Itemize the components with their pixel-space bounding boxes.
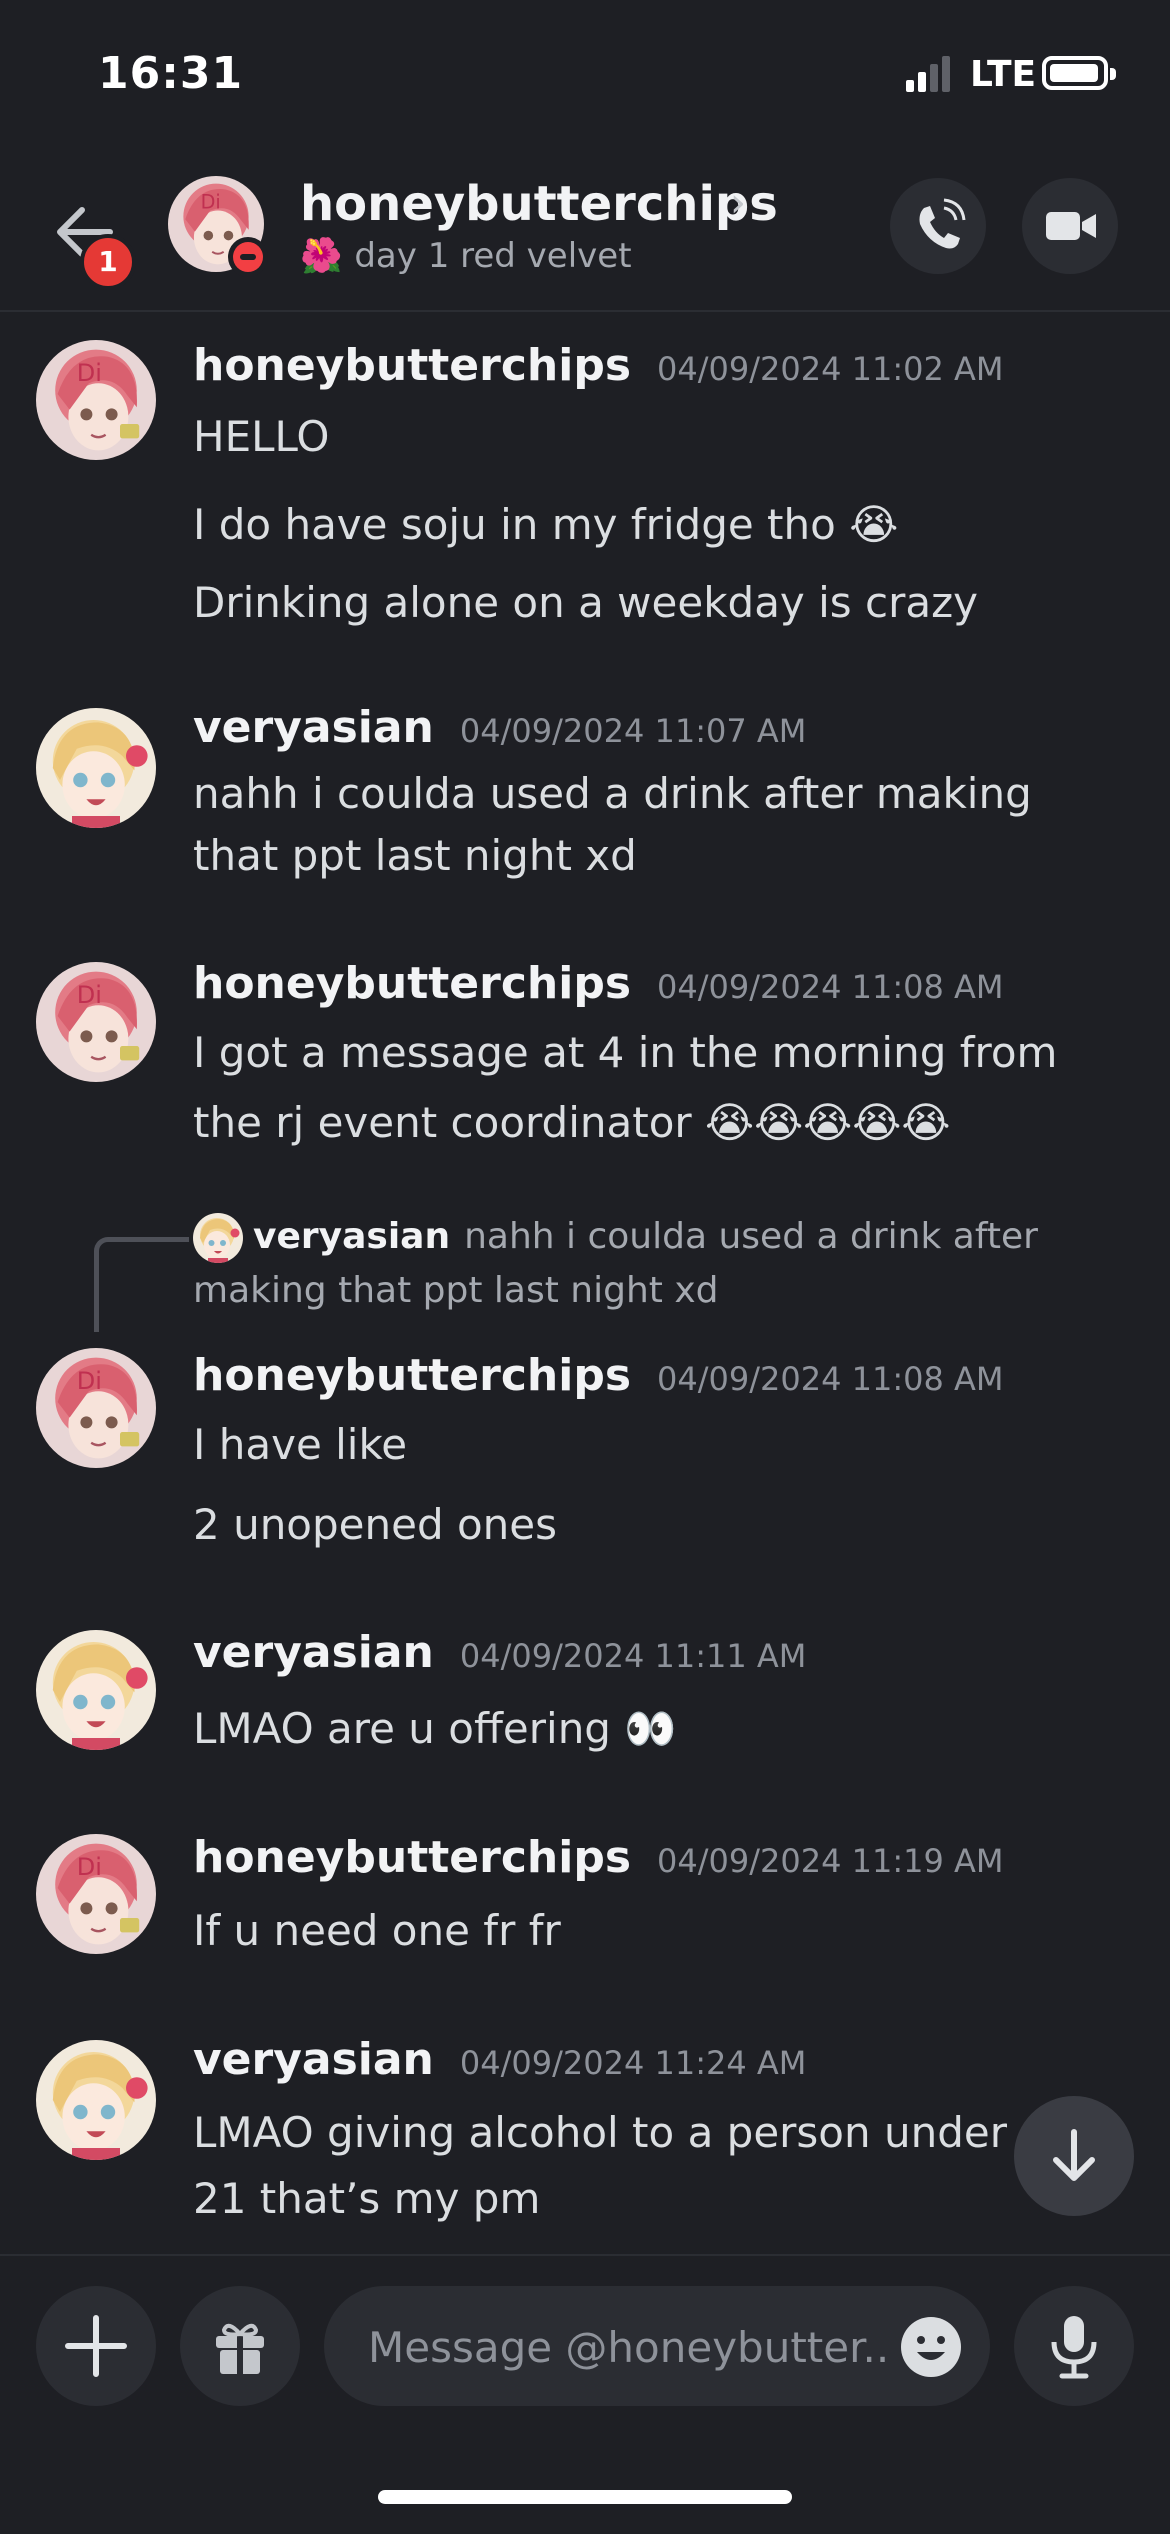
reply-connector (94, 1237, 189, 1332)
author-name: honeybutterchips (193, 1832, 632, 1883)
author-name: honeybutterchips (193, 958, 632, 1009)
message-text[interactable]: If u need one fr fr (193, 1900, 1123, 1962)
message-timestamp: 04/09/2024 11:07 AM (459, 712, 807, 750)
voice-message-button[interactable] (1014, 2286, 1134, 2406)
dm-recipient-name[interactable]: honeybutterchips (300, 176, 778, 232)
cellular-signal-icon (906, 56, 954, 92)
message-author[interactable]: honeybutterchips 04/09/2024 11:08 AM (193, 1350, 1004, 1401)
reply-preview[interactable]: veryasian nahh i coulda used a drink afte… (193, 1210, 1093, 1318)
battery-icon (1042, 56, 1116, 90)
voice-call-button[interactable] (890, 178, 986, 274)
message-text[interactable]: I do have soju in my fridge tho 😭 (193, 494, 1123, 556)
message-timestamp: 04/09/2024 11:24 AM (459, 2044, 807, 2082)
avatar[interactable] (36, 1834, 156, 1954)
message-text[interactable]: nahh i coulda used a drink after making … (193, 763, 1123, 887)
gift-icon (216, 2323, 264, 2376)
video-camera-icon (1046, 212, 1096, 240)
avatar[interactable] (36, 962, 156, 1082)
reply-author: veryasian (253, 1216, 451, 1257)
unread-badge: 1 (80, 234, 136, 290)
message-text[interactable]: I have like (193, 1414, 1123, 1476)
message-timestamp: 04/09/2024 11:08 AM (657, 1360, 1004, 1398)
chevron-right-icon[interactable]: › (730, 180, 746, 226)
hibiscus-icon: 🌺 (300, 236, 343, 276)
message-timestamp: 04/09/2024 11:19 AM (657, 1842, 1004, 1880)
message-author[interactable]: veryasian 04/09/2024 11:11 AM (193, 1627, 806, 1678)
author-name: veryasian (193, 2034, 434, 2085)
message-text[interactable]: I got a message at 4 in the morning from… (193, 1018, 1123, 1158)
message-author[interactable]: honeybutterchips 04/09/2024 11:02 AM (193, 340, 1004, 391)
custom-status: 🌺 day 1 red velvet (300, 236, 632, 276)
avatar[interactable] (36, 708, 156, 828)
message-author[interactable]: honeybutterchips 04/09/2024 11:19 AM (193, 1832, 1004, 1883)
plus-icon (65, 2315, 127, 2377)
message-timestamp: 04/09/2024 11:11 AM (459, 1637, 807, 1675)
home-indicator (378, 2490, 792, 2504)
message-input[interactable] (366, 2286, 890, 2408)
message-author[interactable]: veryasian 04/09/2024 11:07 AM (193, 702, 806, 753)
message-author[interactable]: veryasian 04/09/2024 11:24 AM (193, 2034, 806, 2085)
author-name: honeybutterchips (193, 340, 632, 391)
attach-button[interactable] (36, 2286, 156, 2406)
message-timestamp: 04/09/2024 11:02 AM (657, 350, 1004, 388)
chat-header: honeybutterchips › 🌺 day 1 red velvet (0, 150, 1170, 312)
gift-button[interactable] (180, 2286, 300, 2406)
status-bar: 16:31 LTE (0, 0, 1170, 150)
author-name: veryasian (193, 702, 434, 753)
message-timestamp: 04/09/2024 11:08 AM (657, 968, 1004, 1006)
avatar[interactable] (36, 340, 156, 460)
message-text[interactable]: 2 unopened ones (193, 1494, 1123, 1556)
smiley-icon[interactable] (898, 2314, 964, 2380)
status-time: 16:31 (98, 48, 244, 99)
author-name: veryasian (193, 1627, 434, 1678)
reply-avatar (193, 1213, 243, 1263)
video-call-button[interactable] (1022, 178, 1118, 274)
arrow-down-icon (1053, 2129, 1095, 2181)
message-input-container[interactable] (324, 2286, 990, 2408)
avatar[interactable] (36, 2040, 156, 2160)
avatar[interactable] (36, 1348, 156, 1468)
message-text[interactable]: LMAO giving alcohol to a person under 21… (193, 2100, 1073, 2232)
custom-status-text: day 1 red velvet (354, 236, 632, 276)
message-text[interactable]: LMAO are u offering 👀 (193, 1698, 1123, 1760)
message-author[interactable]: honeybutterchips 04/09/2024 11:08 AM (193, 958, 1004, 1009)
message-text[interactable]: HELLO (193, 406, 1123, 468)
avatar[interactable] (36, 1630, 156, 1750)
phone-icon (919, 198, 966, 249)
dnd-status-icon (228, 237, 268, 277)
network-type: LTE (970, 54, 1037, 95)
message-text[interactable]: Drinking alone on a weekday is crazy (193, 572, 1123, 634)
jump-to-latest-button[interactable] (1014, 2096, 1134, 2216)
microphone-icon (1051, 2316, 1097, 2379)
author-name: honeybutterchips (193, 1350, 632, 1401)
